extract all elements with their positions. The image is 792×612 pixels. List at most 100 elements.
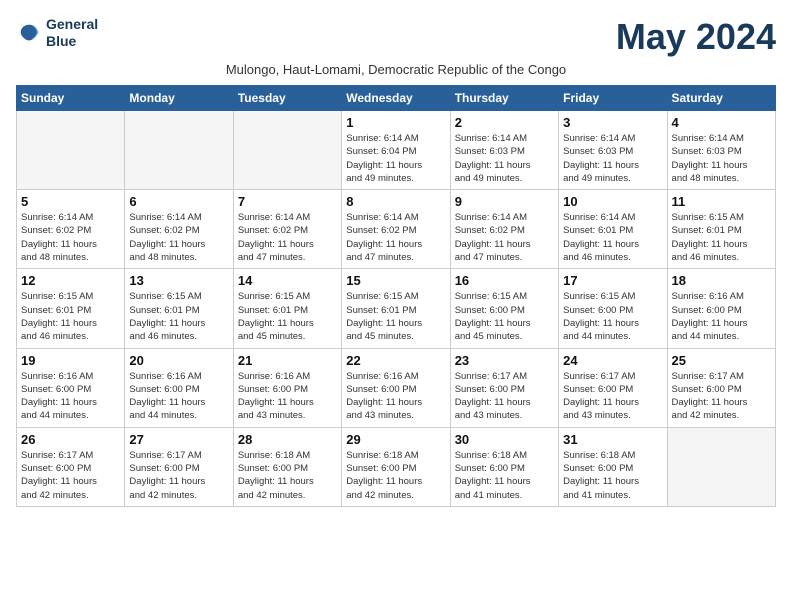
calendar-day-cell: 27 Sunrise: 6:17 AM Sunset: 6:00 PM Dayli…: [125, 427, 233, 506]
calendar-day-cell: 16 Sunrise: 6:15 AM Sunset: 6:00 PM Dayli…: [450, 269, 558, 348]
calendar-day-cell: 15Sunrise: 6:15 AM Sunset: 6:01 PM Dayli…: [342, 269, 450, 348]
day-info: Sunrise: 6:16 AM Sunset: 6:00 PM Dayligh…: [21, 370, 120, 423]
calendar-day-cell: 9 Sunrise: 6:14 AM Sunset: 6:02 PM Daylig…: [450, 190, 558, 269]
calendar-day-cell: 10 Sunrise: 6:14 AM Sunset: 6:01 PM Dayli…: [559, 190, 667, 269]
day-number: 7: [238, 194, 337, 209]
day-info: Sunrise: 6:17 AM Sunset: 6:00 PM Dayligh…: [21, 449, 120, 502]
day-info: Sunrise: 6:16 AM Sunset: 6:00 PM Dayligh…: [238, 370, 337, 423]
day-info: Sunrise: 6:14 AM Sunset: 6:02 PM Dayligh…: [129, 211, 228, 264]
day-info: Sunrise: 6:16 AM Sunset: 6:00 PM Dayligh…: [129, 370, 228, 423]
day-number: 10: [563, 194, 662, 209]
calendar-day-cell: 5 Sunrise: 6:14 AM Sunset: 6:02 PM Daylig…: [17, 190, 125, 269]
calendar-day-cell: 29 Sunrise: 6:18 AM Sunset: 6:00 PM Dayli…: [342, 427, 450, 506]
calendar-day-cell: 25 Sunrise: 6:17 AM Sunset: 6:00 PM Dayli…: [667, 348, 775, 427]
calendar-week-row: 19 Sunrise: 6:16 AM Sunset: 6:00 PM Dayli…: [17, 348, 776, 427]
day-info: Sunrise: 6:15 AM Sunset: 6:01 PM Dayligh…: [346, 290, 445, 343]
calendar-day-cell: 13Sunrise: 6:15 AM Sunset: 6:01 PM Dayli…: [125, 269, 233, 348]
day-info: Sunrise: 6:18 AM Sunset: 6:00 PM Dayligh…: [238, 449, 337, 502]
day-info: Sunrise: 6:14 AM Sunset: 6:02 PM Dayligh…: [346, 211, 445, 264]
calendar-day-cell: 2 Sunrise: 6:14 AM Sunset: 6:03 PM Daylig…: [450, 111, 558, 190]
calendar-day-cell: [17, 111, 125, 190]
day-number: 20: [129, 353, 228, 368]
day-number: 16: [455, 273, 554, 288]
day-info: Sunrise: 6:17 AM Sunset: 6:00 PM Dayligh…: [129, 449, 228, 502]
day-of-week-header: Thursday: [450, 86, 558, 111]
subtitle: Mulongo, Haut-Lomami, Democratic Republi…: [16, 62, 776, 77]
day-info: Sunrise: 6:16 AM Sunset: 6:00 PM Dayligh…: [346, 370, 445, 423]
day-number: 27: [129, 432, 228, 447]
day-info: Sunrise: 6:14 AM Sunset: 6:02 PM Dayligh…: [21, 211, 120, 264]
calendar-week-row: 5 Sunrise: 6:14 AM Sunset: 6:02 PM Daylig…: [17, 190, 776, 269]
day-info: Sunrise: 6:16 AM Sunset: 6:00 PM Dayligh…: [672, 290, 771, 343]
day-info: Sunrise: 6:15 AM Sunset: 6:00 PM Dayligh…: [563, 290, 662, 343]
logo-icon: [16, 19, 44, 47]
day-number: 3: [563, 115, 662, 130]
day-of-week-header: Monday: [125, 86, 233, 111]
calendar-day-cell: 21 Sunrise: 6:16 AM Sunset: 6:00 PM Dayli…: [233, 348, 341, 427]
day-info: Sunrise: 6:15 AM Sunset: 6:00 PM Dayligh…: [455, 290, 554, 343]
day-number: 6: [129, 194, 228, 209]
calendar-week-row: 1 Sunrise: 6:14 AM Sunset: 6:04 PM Daylig…: [17, 111, 776, 190]
day-info: Sunrise: 6:14 AM Sunset: 6:01 PM Dayligh…: [563, 211, 662, 264]
day-info: Sunrise: 6:14 AM Sunset: 6:03 PM Dayligh…: [455, 132, 554, 185]
day-info: Sunrise: 6:17 AM Sunset: 6:00 PM Dayligh…: [455, 370, 554, 423]
day-info: Sunrise: 6:15 AM Sunset: 6:01 PM Dayligh…: [672, 211, 771, 264]
day-of-week-header: Sunday: [17, 86, 125, 111]
calendar-day-cell: 20 Sunrise: 6:16 AM Sunset: 6:00 PM Dayli…: [125, 348, 233, 427]
calendar-day-cell: 23Sunrise: 6:17 AM Sunset: 6:00 PM Dayli…: [450, 348, 558, 427]
calendar-day-cell: 6 Sunrise: 6:14 AM Sunset: 6:02 PM Daylig…: [125, 190, 233, 269]
calendar-day-cell: [667, 427, 775, 506]
day-number: 2: [455, 115, 554, 130]
day-number: 31: [563, 432, 662, 447]
calendar-day-cell: 1 Sunrise: 6:14 AM Sunset: 6:04 PM Daylig…: [342, 111, 450, 190]
day-number: 26: [21, 432, 120, 447]
calendar-day-cell: 19 Sunrise: 6:16 AM Sunset: 6:00 PM Dayli…: [17, 348, 125, 427]
day-number: 19: [21, 353, 120, 368]
day-number: 28: [238, 432, 337, 447]
day-info: Sunrise: 6:15 AM Sunset: 6:01 PM Dayligh…: [129, 290, 228, 343]
day-number: 5: [21, 194, 120, 209]
day-info: Sunrise: 6:15 AM Sunset: 6:01 PM Dayligh…: [21, 290, 120, 343]
day-number: 4: [672, 115, 771, 130]
day-info: Sunrise: 6:14 AM Sunset: 6:04 PM Dayligh…: [346, 132, 445, 185]
day-number: 11: [672, 194, 771, 209]
day-number: 21: [238, 353, 337, 368]
day-info: Sunrise: 6:14 AM Sunset: 6:03 PM Dayligh…: [672, 132, 771, 185]
calendar-header-row: SundayMondayTuesdayWednesdayThursdayFrid…: [17, 86, 776, 111]
day-number: 29: [346, 432, 445, 447]
day-info: Sunrise: 6:14 AM Sunset: 6:02 PM Dayligh…: [238, 211, 337, 264]
day-number: 17: [563, 273, 662, 288]
calendar-week-row: 12 Sunrise: 6:15 AM Sunset: 6:01 PM Dayli…: [17, 269, 776, 348]
calendar-day-cell: 28 Sunrise: 6:18 AM Sunset: 6:00 PM Dayli…: [233, 427, 341, 506]
calendar-day-cell: 24Sunrise: 6:17 AM Sunset: 6:00 PM Dayli…: [559, 348, 667, 427]
day-info: Sunrise: 6:18 AM Sunset: 6:00 PM Dayligh…: [346, 449, 445, 502]
calendar-day-cell: [233, 111, 341, 190]
day-info: Sunrise: 6:14 AM Sunset: 6:02 PM Dayligh…: [455, 211, 554, 264]
day-of-week-header: Tuesday: [233, 86, 341, 111]
day-info: Sunrise: 6:15 AM Sunset: 6:01 PM Dayligh…: [238, 290, 337, 343]
calendar-day-cell: [125, 111, 233, 190]
calendar-day-cell: 11 Sunrise: 6:15 AM Sunset: 6:01 PM Dayli…: [667, 190, 775, 269]
month-title: May 2024: [616, 16, 776, 58]
calendar-day-cell: 30Sunrise: 6:18 AM Sunset: 6:00 PM Dayli…: [450, 427, 558, 506]
day-of-week-header: Friday: [559, 86, 667, 111]
day-info: Sunrise: 6:17 AM Sunset: 6:00 PM Dayligh…: [672, 370, 771, 423]
day-info: Sunrise: 6:18 AM Sunset: 6:00 PM Dayligh…: [563, 449, 662, 502]
day-of-week-header: Saturday: [667, 86, 775, 111]
calendar-day-cell: 17 Sunrise: 6:15 AM Sunset: 6:00 PM Dayli…: [559, 269, 667, 348]
calendar-day-cell: 22 Sunrise: 6:16 AM Sunset: 6:00 PM Dayli…: [342, 348, 450, 427]
day-number: 1: [346, 115, 445, 130]
page-header: General Blue May 2024: [16, 16, 776, 58]
day-number: 25: [672, 353, 771, 368]
day-number: 30: [455, 432, 554, 447]
logo-text: General Blue: [46, 16, 98, 50]
day-number: 22: [346, 353, 445, 368]
day-number: 12: [21, 273, 120, 288]
day-info: Sunrise: 6:14 AM Sunset: 6:03 PM Dayligh…: [563, 132, 662, 185]
calendar-day-cell: 8Sunrise: 6:14 AM Sunset: 6:02 PM Daylig…: [342, 190, 450, 269]
day-number: 9: [455, 194, 554, 209]
day-number: 24: [563, 353, 662, 368]
logo: General Blue: [16, 16, 98, 50]
day-of-week-header: Wednesday: [342, 86, 450, 111]
calendar-week-row: 26 Sunrise: 6:17 AM Sunset: 6:00 PM Dayli…: [17, 427, 776, 506]
